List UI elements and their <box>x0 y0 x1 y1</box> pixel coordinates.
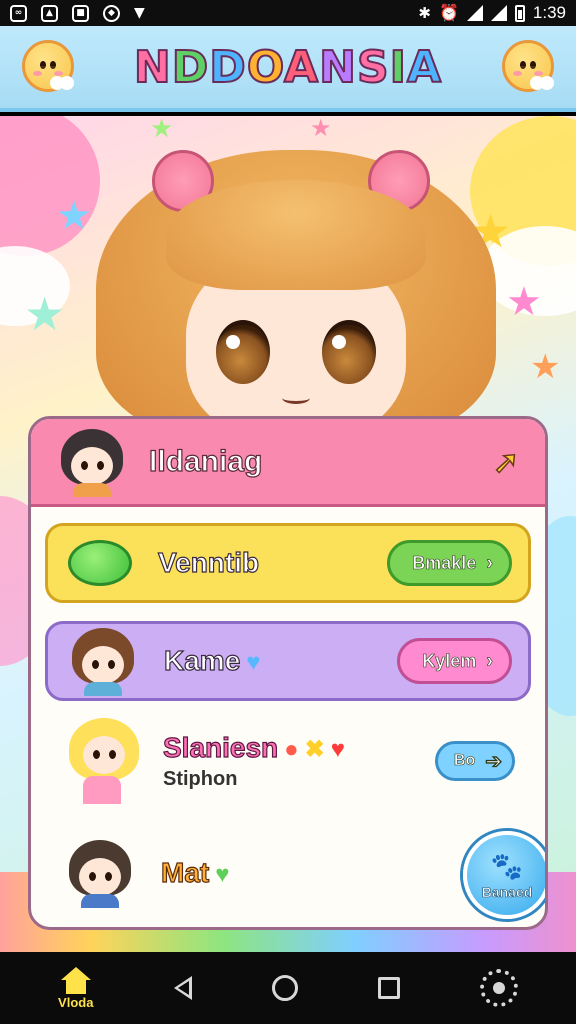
item-name: Kame ♥ <box>163 644 261 677</box>
character-portrait <box>96 140 496 440</box>
candy-icon: ● <box>284 735 299 763</box>
heart-icon: ♥ <box>246 649 261 676</box>
title-letter: A <box>406 41 443 94</box>
home-circle-icon[interactable] <box>271 975 298 1001</box>
list-item[interactable]: Venntib Bmakle › <box>45 523 531 603</box>
settings-gear-icon[interactable] <box>479 969 518 1007</box>
star-icon: ★ <box>24 287 66 341</box>
status-bar: ∞ ▲ ■ ◆ ▼ ✱ ⏰ 1:39 <box>0 0 576 26</box>
chevron-right-icon: › <box>486 551 493 574</box>
friend-list-card: Ildaniag ➚ Venntib Bmakle › Kame ♥ Kylem … <box>28 416 548 930</box>
star-icon: ★ <box>530 347 561 387</box>
item-name: Slaniesn ● ✖ ♥ <box>162 731 346 764</box>
mascot-left-icon[interactable] <box>22 40 74 92</box>
item-name-text: Mat <box>160 856 210 888</box>
heart-icon: ♥ <box>215 861 230 888</box>
cross-icon: ✖ <box>304 735 325 763</box>
avatar[interactable] <box>57 427 127 497</box>
home-icon <box>60 966 92 995</box>
image-icon: ▲ <box>41 4 58 22</box>
item-name-text: Kame <box>163 644 241 676</box>
avatar <box>65 838 135 908</box>
card-title: Ildaniag <box>148 444 263 478</box>
star-icon: ★ <box>310 116 332 142</box>
status-time: 1:39 <box>532 3 566 22</box>
list-item[interactable]: Slaniesn ● ✖ ♥ Stiphon Bo ➔ <box>45 711 531 811</box>
item-action-button[interactable]: Bmakle › <box>387 540 512 586</box>
title-letter: I <box>389 41 408 94</box>
button-label: Kylem <box>422 650 477 671</box>
item-action-button[interactable]: Bo ➔ <box>434 741 515 781</box>
recents-icon[interactable] <box>377 977 400 999</box>
star-icon: ★ <box>506 279 542 325</box>
battery-icon <box>514 4 525 22</box>
bottom-navigation: Vloda <box>0 952 576 1024</box>
floating-action-button[interactable]: 🐾 Banaed <box>463 831 545 919</box>
shield-icon: ◆ <box>103 4 120 22</box>
list-item[interactable]: Kame ♥ Kylem › <box>45 621 531 701</box>
slime-avatar-icon <box>68 540 132 586</box>
avatar <box>65 716 145 806</box>
item-action-button[interactable]: Kylem › <box>397 638 512 684</box>
arrow-right-icon: ➔ <box>485 750 502 773</box>
app-screen: ∞ ▲ ■ ◆ ▼ ✱ ⏰ 1:39 NDDOANSIA ★ ★ ★ ★ ★ ★… <box>0 0 576 1024</box>
star-icon: ★ <box>56 193 92 239</box>
back-icon[interactable] <box>173 976 192 1000</box>
app-icon: ■ <box>72 4 89 22</box>
dropdown-icon: ▼ <box>134 5 145 21</box>
app-title: NDDOANSIA <box>133 41 443 94</box>
bluetooth-icon: ✱ <box>418 5 431 22</box>
title-letter: D <box>171 41 210 94</box>
pet-icon: 🐾 <box>490 850 524 881</box>
button-label: Bo <box>453 752 476 770</box>
avatar <box>68 626 138 696</box>
title-letter: S <box>356 41 390 94</box>
notification-icon: ∞ <box>10 4 27 22</box>
chevron-right-icon: › <box>486 649 493 672</box>
item-subtitle: Stiphon <box>163 767 238 790</box>
nav-home-label: Vloda <box>58 994 94 1010</box>
heart-icon: ♥ <box>330 735 346 763</box>
title-letter: A <box>283 41 320 94</box>
signal-icon <box>490 5 507 21</box>
card-header: Ildaniag ➚ <box>31 419 545 507</box>
title-letter: N <box>318 41 357 94</box>
nav-home-button[interactable]: Vloda <box>58 966 94 1010</box>
item-name-text: Slaniesn <box>162 731 279 763</box>
star-icon: ★ <box>150 116 174 144</box>
mascot-right-icon[interactable] <box>502 40 554 92</box>
title-letter: O <box>246 41 285 94</box>
wifi-icon <box>466 5 483 21</box>
arrow-icon[interactable]: ➚ <box>485 441 527 483</box>
title-letter: D <box>208 41 247 94</box>
item-name: Mat ♥ <box>160 856 230 889</box>
item-name: Venntib <box>157 546 260 578</box>
app-header: NDDOANSIA <box>0 26 576 112</box>
alarm-icon: ⏰ <box>438 5 459 22</box>
button-label: Bmakle <box>412 552 477 573</box>
fab-label: Banaed <box>481 883 533 900</box>
title-letter: N <box>133 41 172 94</box>
list-item[interactable]: Mat ♥ <box>45 823 531 923</box>
